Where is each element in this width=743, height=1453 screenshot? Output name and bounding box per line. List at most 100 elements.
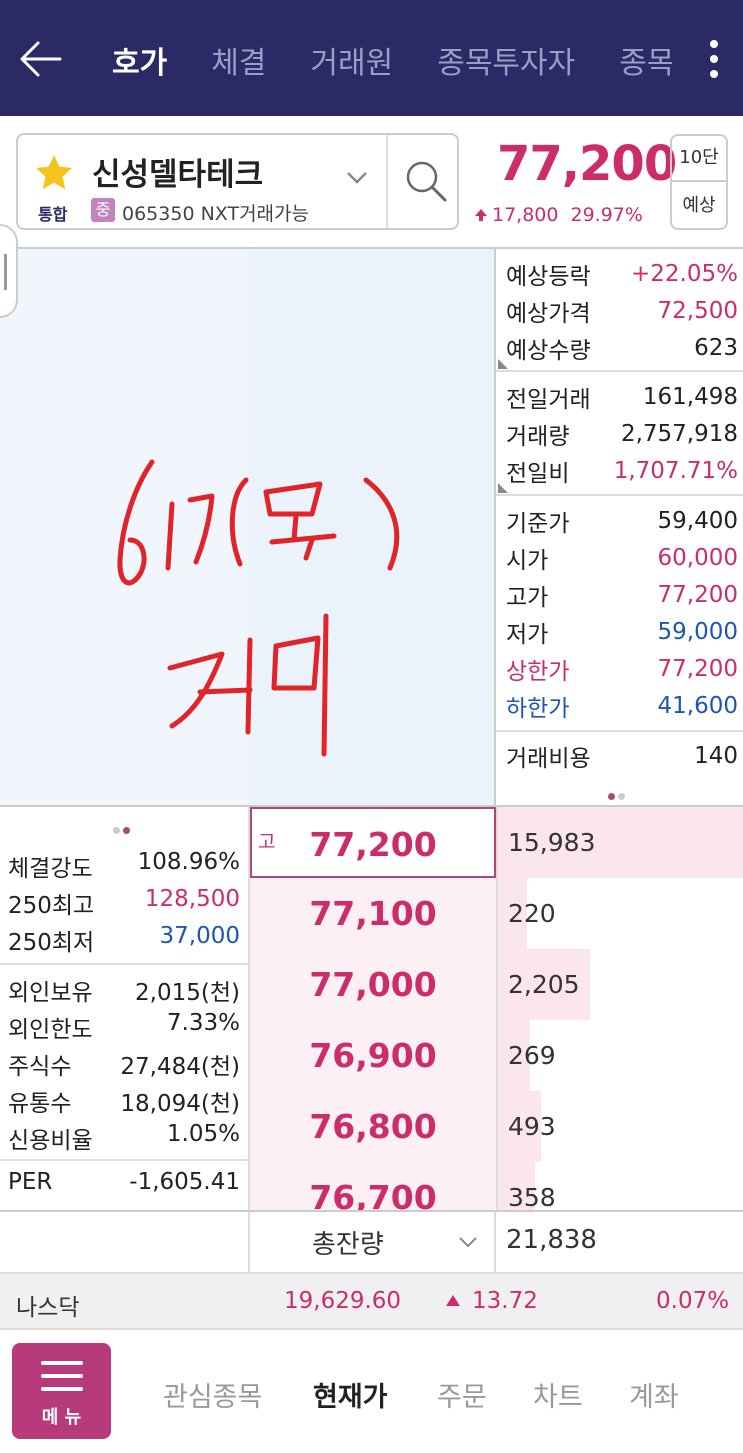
info-label: 예상수량 bbox=[506, 337, 591, 364]
tab-bar: 호가 체결 거래원 종목투자자 종목 bbox=[112, 36, 672, 84]
more-vertical-icon[interactable] bbox=[707, 36, 721, 82]
change-percent: 29.97% bbox=[570, 204, 643, 226]
orderbook-price-cell[interactable]: 76,700 bbox=[250, 1162, 496, 1210]
info-value: 1,707.71% bbox=[613, 457, 738, 484]
divider bbox=[386, 135, 388, 228]
nav-watchlist[interactable]: 관심종목 bbox=[163, 1375, 262, 1414]
stat-row: 체결강도 108.96% bbox=[8, 849, 240, 883]
info-value: 41,600 bbox=[657, 692, 738, 719]
expected-button[interactable]: 예상 bbox=[670, 180, 728, 230]
stat-label: 체결강도 bbox=[8, 856, 93, 882]
price-value: 76,900 bbox=[309, 1036, 437, 1075]
orderbook-price-cell[interactable]: 76,900 bbox=[250, 1020, 496, 1091]
stat-label: 신용비율 bbox=[8, 1128, 93, 1154]
index-name: 나스닥 bbox=[16, 1295, 80, 1321]
info-value: 59,000 bbox=[657, 618, 738, 645]
bid-quantity-column: 15,983 220 2,205 269 493 358 bbox=[496, 807, 743, 1210]
info-value: +22.05% bbox=[631, 260, 738, 287]
bid-price-column: 고 77,200 77,100 77,000 76,900 76,800 76,… bbox=[248, 807, 496, 1210]
stat-label: 외인한도 bbox=[8, 1017, 93, 1043]
hamburger-icon bbox=[41, 1361, 83, 1395]
stat-row: 외인보유 2,015(천) bbox=[8, 973, 240, 1007]
stat-value: 7.33% bbox=[166, 1010, 240, 1036]
tab-investors[interactable]: 종목투자자 bbox=[437, 38, 575, 82]
stat-value: 128,500 bbox=[144, 886, 240, 912]
stat-label: 250최저 bbox=[8, 930, 95, 956]
info-row-high: 고가 77,200 bbox=[506, 576, 738, 613]
orderbook-quantity: 15,983 bbox=[508, 828, 596, 857]
current-price: 77,200 bbox=[497, 136, 677, 192]
tab-trades[interactable]: 체결 bbox=[211, 38, 266, 82]
orderbook-quantity: 2,205 bbox=[508, 970, 580, 999]
stat-row: PER -1,605.41 bbox=[8, 1169, 240, 1195]
stock-stats-panel: 체결강도 108.96% 250최고 128,500 250최저 37,000 외인보… bbox=[0, 807, 248, 1210]
info-value: 77,200 bbox=[657, 655, 738, 682]
handwritten-annotation bbox=[117, 459, 400, 757]
total-quantity: 21,838 bbox=[506, 1225, 597, 1255]
stat-value: 1.05% bbox=[166, 1121, 240, 1147]
tab-brokers[interactable]: 거래원 bbox=[310, 38, 393, 82]
info-value: 623 bbox=[694, 334, 738, 361]
index-change-value: 13.72 bbox=[472, 1288, 538, 1314]
info-label: 거래량 bbox=[506, 423, 570, 450]
nav-chart[interactable]: 차트 bbox=[533, 1375, 583, 1414]
tab-hoga[interactable]: 호가 bbox=[112, 38, 167, 82]
stat-value: 18,094(천) bbox=[120, 1091, 240, 1117]
tab-stock-more[interactable]: 종목 bbox=[619, 38, 672, 82]
stat-label: PER bbox=[8, 1169, 53, 1195]
back-arrow-icon[interactable] bbox=[18, 36, 64, 82]
stat-value: 37,000 bbox=[159, 923, 240, 949]
info-value: 60,000 bbox=[657, 544, 738, 571]
price-value: 76,700 bbox=[309, 1178, 437, 1210]
search-icon[interactable] bbox=[404, 159, 448, 203]
info-row-expected-price: 예상가격 72,500 bbox=[506, 292, 738, 329]
stat-row: 유통수 18,094(천) bbox=[8, 1084, 240, 1118]
index-change: 13.72 bbox=[446, 1288, 538, 1314]
info-row-base-price: 기준가 59,400 bbox=[506, 502, 738, 539]
stat-value: 27,484(천) bbox=[120, 1054, 240, 1080]
orderbook-quantity: 269 bbox=[508, 1041, 556, 1070]
orderbook-price-cell[interactable]: 77,000 bbox=[250, 949, 496, 1020]
nav-current-price[interactable]: 현재가 bbox=[313, 1375, 388, 1414]
divider bbox=[0, 1159, 248, 1161]
orderbook-quantity: 358 bbox=[508, 1183, 556, 1210]
menu-button[interactable]: 메 뉴 bbox=[12, 1343, 111, 1439]
side-drawer-handle[interactable] bbox=[0, 224, 18, 318]
corner-marker bbox=[498, 359, 508, 369]
page-indicator bbox=[113, 819, 133, 838]
nav-order[interactable]: 주문 bbox=[437, 1375, 487, 1414]
divider bbox=[496, 494, 743, 496]
price-value: 77,000 bbox=[309, 965, 437, 1004]
price-value: 76,800 bbox=[309, 1107, 437, 1146]
index-ticker[interactable]: 나스닥 19,629.60 13.72 0.07% bbox=[0, 1272, 743, 1330]
info-row-low: 저가 59,000 bbox=[506, 613, 738, 650]
top-bar: 호가 체결 거래원 종목투자자 종목 bbox=[0, 0, 743, 116]
stat-value: 108.96% bbox=[137, 849, 240, 875]
stat-row: 주식수 27,484(천) bbox=[8, 1047, 240, 1081]
stock-selector[interactable]: 신성델타테크 통합 중 065350 NXT거래가능 bbox=[16, 133, 459, 230]
info-row-volume-ratio: 전일비 1,707.71% bbox=[506, 452, 738, 489]
info-label: 전일비 bbox=[506, 460, 570, 487]
index-percent: 0.07% bbox=[656, 1288, 730, 1314]
depth-toggle-button[interactable]: 10단 bbox=[670, 134, 728, 180]
orderbook-price-cell[interactable]: 76,800 bbox=[250, 1091, 496, 1162]
favorite-star-icon[interactable] bbox=[34, 153, 74, 193]
market-badge: 중 bbox=[91, 198, 115, 222]
total-remaining-selector[interactable]: 총잔량 bbox=[248, 1212, 496, 1272]
divider bbox=[496, 730, 743, 732]
page-indicator bbox=[608, 785, 628, 804]
change-amount: 17,800 bbox=[492, 204, 559, 226]
info-value: 72,500 bbox=[657, 297, 738, 324]
divider bbox=[0, 963, 248, 965]
chevron-down-icon[interactable] bbox=[346, 171, 368, 185]
orderbook-quantity: 493 bbox=[508, 1112, 556, 1141]
info-label: 거래비용 bbox=[506, 745, 591, 772]
info-label: 상한가 bbox=[506, 658, 570, 685]
orderbook-quantity: 220 bbox=[508, 899, 556, 928]
orderbook-price-cell[interactable]: 고 77,200 bbox=[250, 807, 496, 878]
info-label: 기준가 bbox=[506, 510, 570, 537]
nav-account[interactable]: 계좌 bbox=[629, 1375, 679, 1414]
stat-row: 신용비율 1.05% bbox=[8, 1121, 240, 1155]
orderbook-price-cell[interactable]: 77,100 bbox=[250, 878, 496, 949]
info-value: 2,757,918 bbox=[620, 420, 738, 447]
